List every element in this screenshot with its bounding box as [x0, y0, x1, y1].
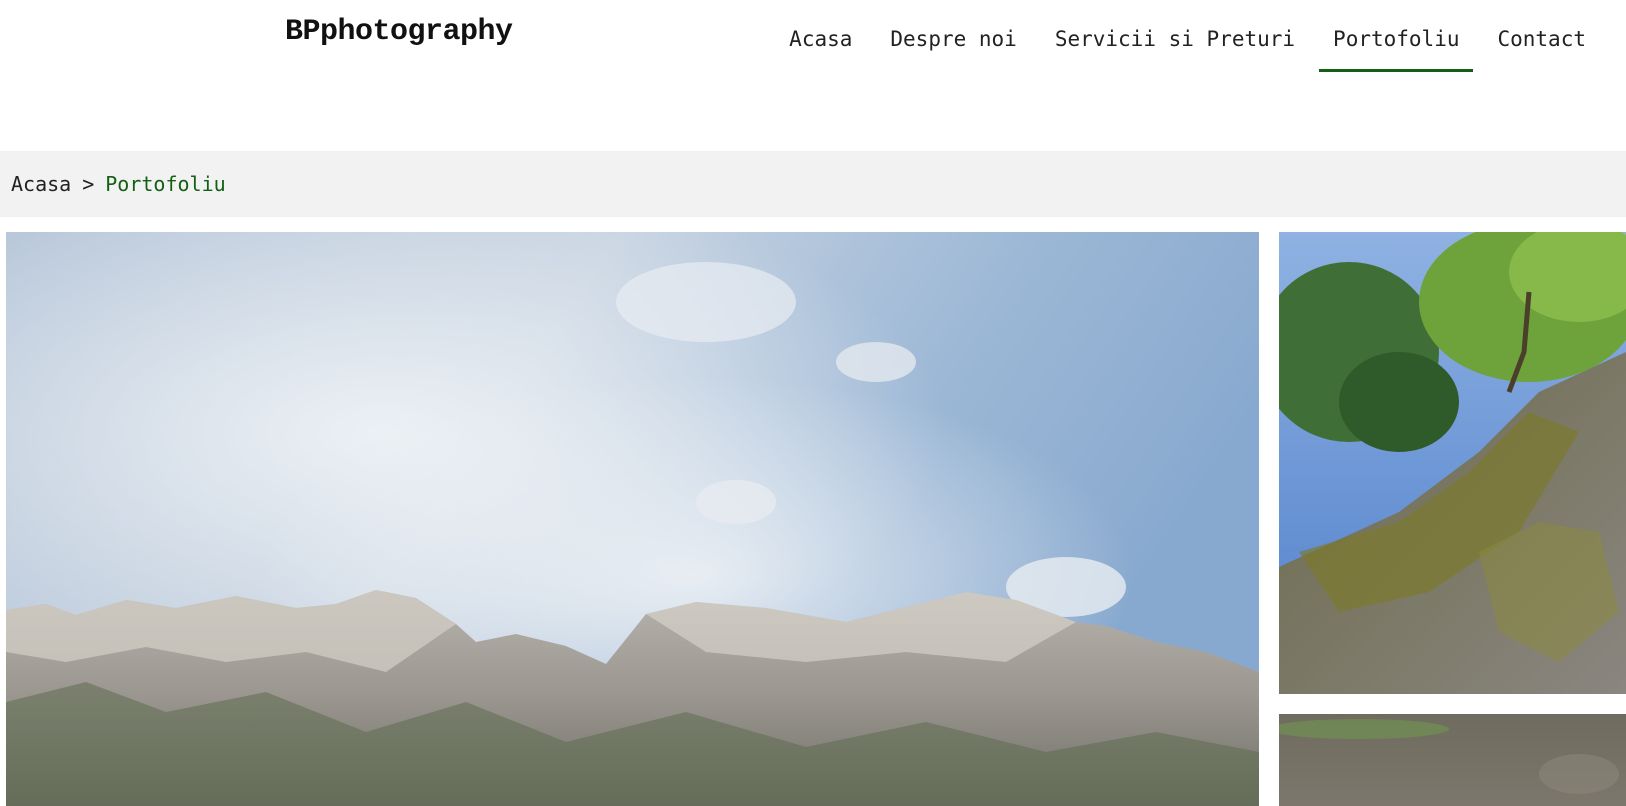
mountain-photo-image — [6, 232, 1259, 806]
breadcrumb-current: Portofoliu — [105, 172, 226, 196]
tree-photo-image — [1279, 232, 1626, 694]
breadcrumb-home-link[interactable]: Acasa — [11, 172, 71, 196]
nav-item-contact[interactable]: Contact — [1483, 0, 1600, 72]
site-logo[interactable]: BPphotography — [285, 15, 513, 49]
site-header: BPphotography Acasa Despre noi Servicii … — [0, 0, 1626, 150]
nav-item-servicii-si-preturi[interactable]: Servicii si Preturi — [1041, 0, 1309, 72]
breadcrumb: Acasa > Portofoliu — [0, 151, 1626, 217]
nav-item-despre-noi[interactable]: Despre noi — [876, 0, 1030, 72]
nav-item-portofoliu[interactable]: Portofoliu — [1319, 0, 1474, 72]
main-nav: Acasa Despre noi Servicii si Preturi Por… — [765, 0, 1600, 72]
soil-photo-image — [1279, 714, 1626, 806]
gallery-photo-mountains[interactable] — [6, 232, 1259, 806]
nav-item-acasa[interactable]: Acasa — [775, 0, 866, 72]
gallery-photo-soil[interactable] — [1279, 714, 1626, 806]
gallery-photo-tree-bark[interactable] — [1279, 232, 1626, 694]
breadcrumb-separator: > — [82, 172, 95, 196]
